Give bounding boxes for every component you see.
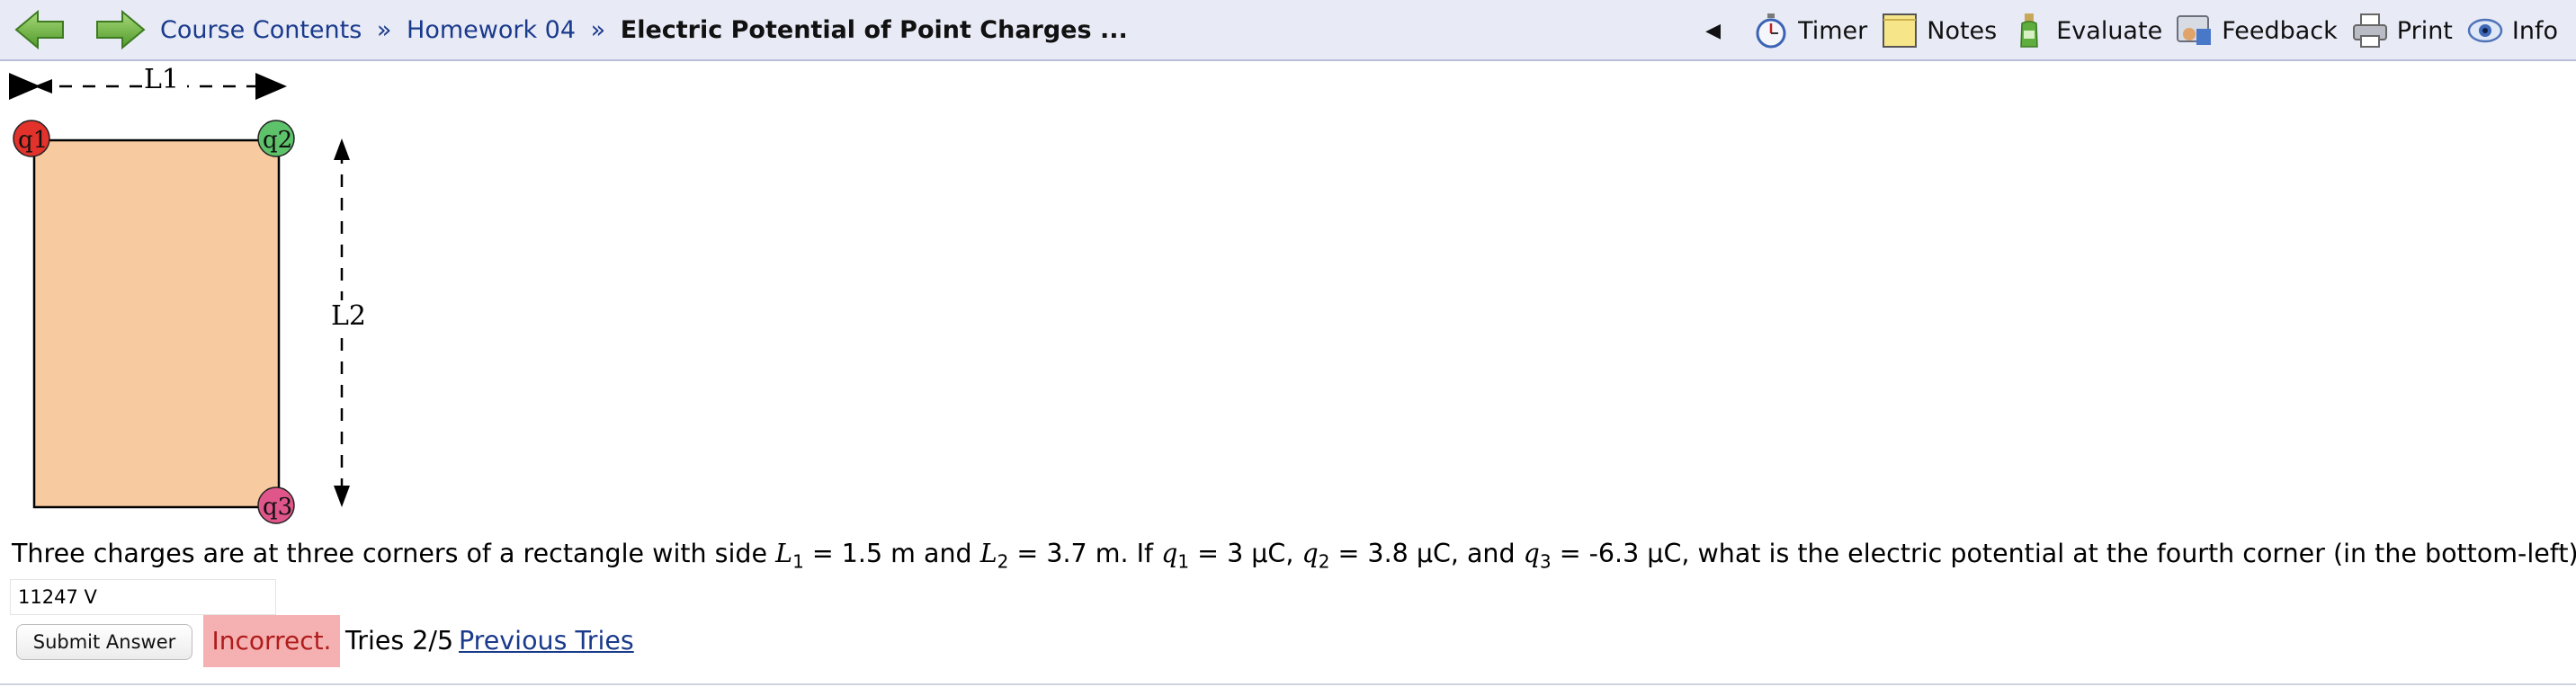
- breadcrumb-separator: »: [590, 16, 606, 44]
- question-segment: = 3.8 μC, and: [1329, 539, 1524, 568]
- forward-arrow-icon[interactable]: [94, 7, 148, 52]
- sub-q2: 2: [1318, 550, 1330, 573]
- question-segment: = 3 μC,: [1189, 539, 1302, 568]
- bottle-icon: [2020, 13, 2039, 48]
- question-segment: = 1.5 m and: [803, 539, 980, 568]
- breadcrumb-course-contents[interactable]: Course Contents: [160, 16, 362, 44]
- l1-label: L1: [144, 64, 179, 95]
- question-text: Three charges are at three corners of a …: [12, 536, 2576, 580]
- info-label: Info: [2511, 16, 2558, 45]
- printer-icon: [2352, 13, 2387, 48]
- notepad-icon: [1883, 13, 1918, 48]
- sub-L2: 2: [997, 550, 1009, 573]
- stopwatch-icon: [1756, 13, 1786, 49]
- top-navigation-bar: Course Contents » Homework 04 » Electric…: [0, 0, 2576, 61]
- sub-L1: 1: [792, 550, 804, 573]
- charge-q2: q2: [257, 120, 295, 157]
- breadcrumb: Course Contents » Homework 04 » Electric…: [160, 13, 1128, 49]
- var-q2: q: [1301, 539, 1319, 568]
- timer-label: Timer: [1798, 16, 1868, 45]
- notes-button[interactable]: Notes: [1880, 11, 1997, 50]
- eye-icon: [2467, 18, 2503, 43]
- collapse-toolbar-icon[interactable]: ◀: [1705, 20, 1721, 42]
- toolbar: ◀ Timer Notes Evaluate Feedback Print In…: [1705, 9, 2558, 52]
- notes-label: Notes: [1927, 16, 1998, 45]
- q2-label: q2: [263, 127, 292, 154]
- breadcrumb-current-page: Electric Potential of Point Charges ...: [620, 16, 1128, 44]
- feedback-button[interactable]: Feedback: [2175, 11, 2338, 50]
- breadcrumb-homework[interactable]: Homework 04: [407, 16, 576, 44]
- evaluate-button[interactable]: Evaluate: [2009, 11, 2162, 50]
- charge-q3: q3: [257, 486, 295, 524]
- question-segment: = 3.7 m. If: [1008, 539, 1162, 568]
- print-button[interactable]: Print: [2350, 11, 2453, 50]
- feedback-icon: [2177, 15, 2212, 45]
- result-badge: Incorrect.: [203, 615, 340, 667]
- q1-label: q1: [18, 127, 48, 154]
- submit-answer-button[interactable]: Submit Answer: [16, 624, 192, 660]
- tries-counter: Tries 2/5: [345, 626, 454, 656]
- previous-tries-link[interactable]: Previous Tries: [459, 615, 634, 667]
- l2-label: L2: [331, 300, 366, 332]
- timer-button[interactable]: Timer: [1751, 11, 1867, 50]
- sub-q1: 1: [1177, 550, 1190, 573]
- feedback-label: Feedback: [2222, 16, 2338, 45]
- print-label: Print: [2396, 16, 2453, 45]
- evaluate-label: Evaluate: [2056, 16, 2163, 45]
- var-q3: q: [1523, 539, 1540, 568]
- back-arrow-icon[interactable]: [13, 7, 67, 52]
- var-L1: L: [775, 539, 793, 568]
- rectangle: [32, 138, 281, 509]
- charge-q1: q1: [13, 120, 50, 157]
- var-L2: L: [979, 539, 997, 568]
- info-button[interactable]: Info: [2465, 11, 2558, 50]
- question-segment: Three charges are at three corners of a …: [12, 539, 776, 568]
- sub-q3: 3: [1539, 550, 1552, 573]
- answer-input[interactable]: [10, 579, 276, 615]
- q3-label: q3: [263, 494, 292, 521]
- divider: [0, 683, 2576, 685]
- rectangle-charges-figure: L1 L2 q1 q2 q3: [0, 61, 396, 529]
- question-segment: = -6.3 μC, what is the electric potentia…: [1551, 539, 2576, 568]
- breadcrumb-separator: »: [376, 16, 392, 44]
- var-q1: q: [1161, 539, 1178, 568]
